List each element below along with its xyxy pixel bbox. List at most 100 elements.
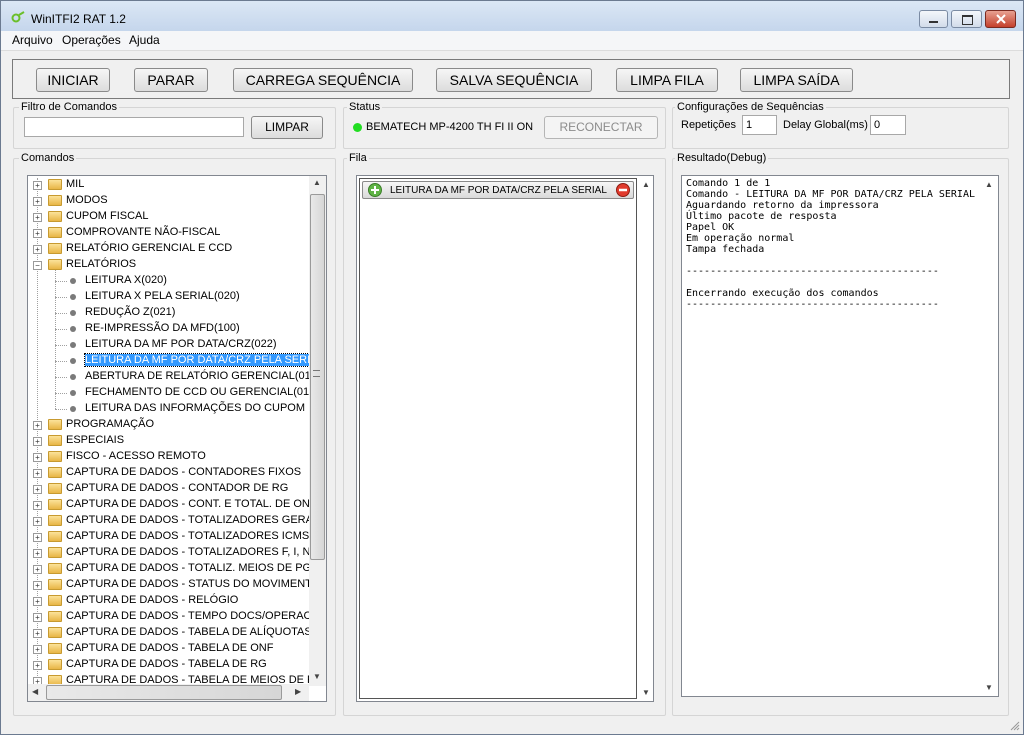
expand-icon[interactable]: + [33,485,42,494]
tree-leaf-node[interactable]: LEITURA DA MF POR DATA/CRZ(022) [28,337,310,353]
title-bar[interactable]: WinITFI2 RAT 1.2 [1,1,1023,31]
tree-folder-node[interactable]: + CAPTURA DE DADOS - TEMPO DOCS/OPERACION… [28,609,326,625]
tree-folder-node[interactable]: − RELATÓRIOS [28,257,310,273]
expand-icon[interactable]: + [33,197,42,206]
tree-folder-node[interactable]: + CAPTURA DE DADOS - TOTALIZADORES F, I, … [28,545,311,561]
expand-icon[interactable]: + [33,613,42,622]
expand-icon[interactable]: + [33,661,42,670]
expand-icon[interactable]: + [33,421,42,430]
tree-folder-node[interactable]: + PROGRAMAÇÃO [28,417,310,433]
tree-vertical-scrollbar[interactable]: ▲ ▼ [309,176,326,686]
tree-connector [55,361,67,362]
menu-arquivo[interactable]: Arquivo [12,33,53,47]
scroll-down-icon[interactable]: ▼ [313,672,321,681]
commands-tree[interactable]: + CAPTURA DE DADOS - TABELA DE MEIOS DE P… [27,175,327,702]
expand-icon[interactable]: + [33,501,42,510]
tree-folder-node[interactable]: + CAPTURA DE DADOS - CONTADOR DE RG [28,481,310,497]
queue-scroll-up-icon[interactable]: ▲ [642,180,650,189]
carrega-sequencia-button[interactable]: CARREGA SEQUÊNCIA [233,68,413,92]
scroll-up-icon[interactable]: ▲ [313,178,321,187]
delay-input[interactable] [870,115,906,135]
resize-grip-icon[interactable] [1010,721,1020,731]
tree-folder-node[interactable]: + CAPTURA DE DADOS - STATUS DO MOVIMENTO [28,577,320,593]
expand-icon[interactable]: + [33,437,42,446]
result-debug-output[interactable]: ▲ ▼ Comando 1 de 1 Comando - LEITURA DA M… [681,175,999,697]
limpa-saida-button[interactable]: LIMPA SAÍDA [740,68,853,92]
expand-icon[interactable]: + [33,549,42,558]
iniciar-button[interactable]: INICIAR [36,68,110,92]
scroll-right-icon[interactable]: ▶ [295,687,301,696]
tree-folder-node[interactable]: + RELATÓRIO GERENCIAL E CCD [28,241,310,257]
queue-item[interactable]: LEITURA DA MF POR DATA/CRZ PELA SERIAL [362,181,634,199]
scroll-left-icon[interactable]: ◀ [32,687,38,696]
filter-input[interactable] [24,117,244,137]
tree-folder-node[interactable]: + FISCO - ACESSO REMOTO [28,449,310,465]
tree-folder-node[interactable]: + ESPECIAIS [28,433,310,449]
leaf-bullet-icon [70,358,76,364]
expand-icon[interactable]: + [33,213,42,222]
scroll-grip-icon [313,370,320,377]
expand-icon[interactable]: + [33,565,42,574]
tree-folder-node[interactable]: + CAPTURA DE DADOS - TABELA DE RG [28,657,310,673]
tree-leaf-node[interactable]: LEITURA X PELA SERIAL(020) [28,289,310,305]
tree-folder-node[interactable]: + COMPROVANTE NÃO-FISCAL [28,225,310,241]
expand-icon[interactable]: + [33,245,42,254]
maximize-button[interactable] [951,10,982,28]
tree-folder-node[interactable]: + CAPTURA DE DADOS - TABELA DE ALÍQUOTAS [28,625,312,641]
maximize-icon [962,15,973,25]
expand-icon[interactable]: + [33,533,42,542]
tree-leaf-node[interactable]: REDUÇÃO Z(021) [28,305,310,321]
remove-icon[interactable] [615,183,631,197]
minimize-button[interactable] [919,10,948,28]
tree-leaf-node[interactable]: FECHAMENTO DE CCD OU GERENCIAL(010) [28,385,319,401]
tree-leaf-node[interactable]: ABERTURA DE RELATÓRIO GERENCIAL(012) [28,369,321,385]
close-button[interactable] [985,10,1016,28]
tree-folder-node[interactable]: + CAPTURA DE DADOS - CONTADORES FIXOS [28,465,310,481]
tree-hscroll-thumb[interactable] [46,685,282,700]
limpa-fila-button[interactable]: LIMPA FILA [616,68,718,92]
tree-leaf-node[interactable]: RE-IMPRESSÃO DA MFD(100) [28,321,310,337]
debug-line: Em operação normal [686,233,795,244]
tree-horizontal-scrollbar[interactable]: ◀ ▶ [28,684,309,701]
queue-list[interactable]: LEITURA DA MF POR DATA/CRZ PELA SERIAL ▲… [356,175,654,702]
leaf-bullet-icon [70,278,76,284]
tree-folder-node[interactable]: + CAPTURA DE DADOS - TOTALIZADORES ICMS/I… [28,529,326,545]
expand-icon[interactable]: + [33,229,42,238]
tree-folder-node[interactable]: + CAPTURA DE DADOS - TABELA DE ONF [28,641,310,657]
tree-folder-node[interactable]: + CAPTURA DE DADOS - TOTALIZADORES GERAIS [28,513,323,529]
tree-leaf-node[interactable]: LEITURA DA MF POR DATA/CRZ PELA SERIAL( [28,353,326,369]
tree-node-label: CAPTURA DE DADOS - TABELA DE RG [66,658,267,670]
tree-folder-node[interactable]: + MIL [28,177,310,193]
expand-icon[interactable]: + [33,629,42,638]
expand-icon[interactable]: + [33,645,42,654]
menu-operacoes[interactable]: Operações [62,33,121,47]
menu-ajuda[interactable]: Ajuda [129,33,160,47]
reconectar-button[interactable]: RECONECTAR [544,116,658,139]
tree-folder-node[interactable]: + CAPTURA DE DADOS - CONT. E TOTAL. DE ON… [28,497,317,513]
expand-icon[interactable]: + [33,181,42,190]
tree-leaf-node[interactable]: LEITURA DAS INFORMAÇÕES DO CUPOM FISC [28,401,326,417]
expand-icon[interactable]: + [33,517,42,526]
tree-folder-node[interactable]: + CAPTURA DE DADOS - RELÓGIO [28,593,310,609]
tree-leaf-node[interactable]: LEITURA X(020) [28,273,310,289]
parar-button[interactable]: PARAR [134,68,208,92]
folder-icon [48,547,62,558]
filter-label: Filtro de Comandos [19,101,119,113]
tree-node-label: ABERTURA DE RELATÓRIO GERENCIAL(012) [85,370,321,382]
tree-scroll-thumb[interactable] [310,194,325,560]
expand-icon[interactable]: + [33,597,42,606]
collapse-icon[interactable]: − [33,261,42,270]
result-scroll-down-icon[interactable]: ▼ [985,683,993,692]
tree-folder-node[interactable]: + CUPOM FISCAL [28,209,310,225]
queue-scroll-down-icon[interactable]: ▼ [642,688,650,697]
tree-folder-node[interactable]: + MODOS [28,193,310,209]
expand-icon[interactable]: + [33,581,42,590]
limpar-button[interactable]: LIMPAR [251,116,323,139]
expand-icon[interactable]: + [33,469,42,478]
salva-sequencia-button[interactable]: SALVA SEQUÊNCIA [436,68,592,92]
add-icon[interactable] [367,183,383,197]
tree-folder-node[interactable]: + CAPTURA DE DADOS - TOTALIZ. MEIOS DE PG… [28,561,326,577]
repeticoes-input[interactable] [742,115,777,135]
result-scroll-up-icon[interactable]: ▲ [985,180,993,189]
expand-icon[interactable]: + [33,453,42,462]
